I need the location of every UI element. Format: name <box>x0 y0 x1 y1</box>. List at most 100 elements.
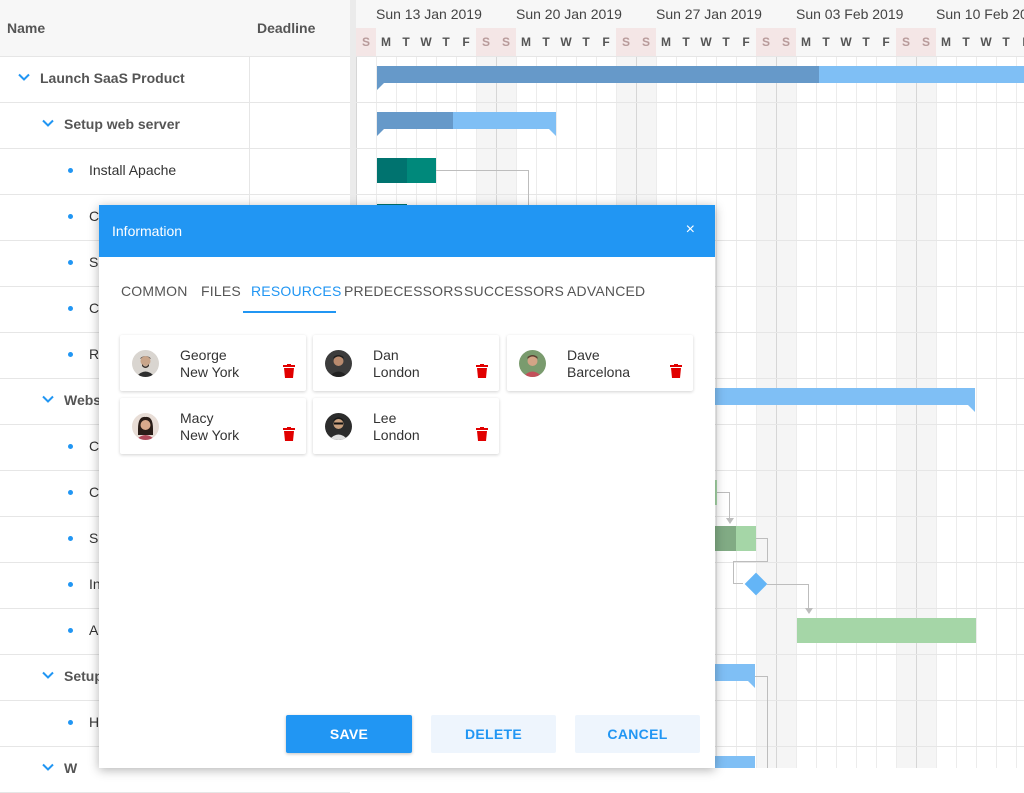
dependency-line <box>528 170 529 206</box>
day-label: W <box>980 35 992 49</box>
day-label: S <box>496 28 516 56</box>
tab-successors[interactable]: SUCCESSORS <box>464 283 564 299</box>
bullet-icon <box>68 490 73 495</box>
avatar <box>519 350 546 377</box>
avatar <box>132 350 159 377</box>
tab-resources[interactable]: RESOURCES <box>251 283 341 299</box>
task-bar-setup-progress[interactable] <box>715 526 736 551</box>
chevron-down-icon[interactable] <box>41 760 55 774</box>
task-name: Launch SaaS Product <box>40 70 185 86</box>
timeline-weeks-header: Sun 13 Jan 2019 Sun 20 Jan 2019 Sun 27 Jan… <box>356 0 1024 28</box>
task-bar-setup[interactable] <box>736 526 756 551</box>
grid-line <box>936 56 937 768</box>
active-tab-indicator <box>243 311 336 313</box>
task-bar-website[interactable] <box>715 388 975 405</box>
resource-city: London <box>373 364 420 380</box>
day-label: T <box>722 35 730 49</box>
day-label: F <box>882 35 890 49</box>
resource-card: Dave Barcelona <box>507 335 693 391</box>
task-bar-install-apache[interactable] <box>407 158 436 183</box>
task-bar-setup-web-server-progress[interactable] <box>377 112 453 129</box>
day-label: T <box>582 35 590 49</box>
grid-line <box>736 56 737 768</box>
day-label: F <box>742 35 750 49</box>
task-bar-launch-saas[interactable] <box>819 66 1024 83</box>
task-bar-setup-web-server[interactable] <box>453 112 556 129</box>
task-bar-w[interactable] <box>715 756 755 768</box>
delete-button[interactable]: DELETE <box>431 715 556 753</box>
bullet-icon <box>68 214 73 219</box>
dependency-arrow <box>726 518 734 524</box>
dependency-line <box>733 561 768 562</box>
trash-icon[interactable] <box>670 364 682 378</box>
day-label: T <box>822 35 830 49</box>
resource-card: Lee London <box>313 398 499 454</box>
tab-predecessors[interactable]: PREDECESSORS <box>344 283 463 299</box>
grid-header: Name Deadline <box>0 0 350 57</box>
bullet-icon <box>68 536 73 541</box>
day-label: M <box>941 35 951 49</box>
dependency-line <box>767 584 809 585</box>
row-line <box>356 148 1024 149</box>
avatar <box>325 413 352 440</box>
grid-line <box>956 56 957 768</box>
task-name: Install Apache <box>89 162 177 178</box>
trash-icon[interactable] <box>283 427 295 441</box>
bullet-icon <box>68 444 73 449</box>
day-label: S <box>756 28 776 56</box>
day-label: T <box>402 35 410 49</box>
resource-name: Lee <box>373 410 397 426</box>
chevron-down-icon[interactable] <box>41 392 55 406</box>
task-bar-setup-web-server-start-cap <box>377 129 384 136</box>
dialog-header: Information × <box>99 205 715 257</box>
save-button[interactable]: SAVE <box>286 715 412 753</box>
task-bar-install-apache-progress[interactable] <box>377 158 407 183</box>
trash-icon[interactable] <box>283 364 295 378</box>
task-bar-setup-2[interactable] <box>715 664 755 681</box>
resource-card: Dan London <box>313 335 499 391</box>
tab-advanced[interactable]: ADVANCED <box>567 283 645 299</box>
row-line <box>356 194 1024 195</box>
trash-icon[interactable] <box>476 364 488 378</box>
task-row[interactable]: Setup web server <box>0 102 350 149</box>
task-editor-dialog: Information × COMMON FILES RESOURCES PRE… <box>99 205 715 768</box>
day-label: F <box>1016 28 1024 56</box>
grid-line <box>756 56 757 768</box>
tab-common[interactable]: COMMON <box>121 283 188 299</box>
cancel-button[interactable]: CANCEL <box>575 715 700 753</box>
day-label: S <box>776 28 796 56</box>
dependency-line <box>729 492 730 520</box>
task-bar-setup-2-end-cap <box>748 681 755 688</box>
task-bar-launch-saas-start-cap <box>377 83 384 90</box>
tab-files[interactable]: FILES <box>201 283 241 299</box>
day-label: S <box>896 28 916 56</box>
day-label: T <box>1002 35 1010 49</box>
column-header-name[interactable]: Name <box>7 20 45 36</box>
day-label: F <box>602 35 610 49</box>
day-label: T <box>682 35 690 49</box>
chevron-down-icon[interactable] <box>17 70 31 84</box>
avatar <box>325 350 352 377</box>
close-icon[interactable]: × <box>686 221 695 239</box>
dependency-line <box>808 584 809 610</box>
task-name: Setup <box>64 668 103 684</box>
chevron-down-icon[interactable] <box>41 668 55 682</box>
task-row[interactable]: Launch SaaS Product <box>0 56 350 103</box>
week-label: Sun 27 Jan 2019 <box>656 6 762 22</box>
resource-city: Barcelona <box>567 364 631 380</box>
trash-icon[interactable] <box>476 427 488 441</box>
resource-city: New York <box>180 364 240 380</box>
column-header-deadline[interactable]: Deadline <box>257 20 315 36</box>
timeline-days-header: SMTWTFSSMTWTFSSMTWTFSSMTWTFSSMTWTFSSMTWT… <box>356 28 1024 57</box>
week-label: Sun 13 Jan 2019 <box>376 6 482 22</box>
chevron-down-icon[interactable] <box>41 116 55 130</box>
dependency-line <box>767 676 768 768</box>
grid-line <box>916 56 917 768</box>
task-bar-launch-saas-progress[interactable] <box>377 66 819 83</box>
row-line <box>356 102 1024 103</box>
grid-line <box>836 56 837 768</box>
grid-line <box>896 56 897 768</box>
task-bar-app[interactable] <box>797 618 976 643</box>
task-row[interactable]: Install Apache <box>0 148 350 195</box>
day-label: F <box>462 35 470 49</box>
